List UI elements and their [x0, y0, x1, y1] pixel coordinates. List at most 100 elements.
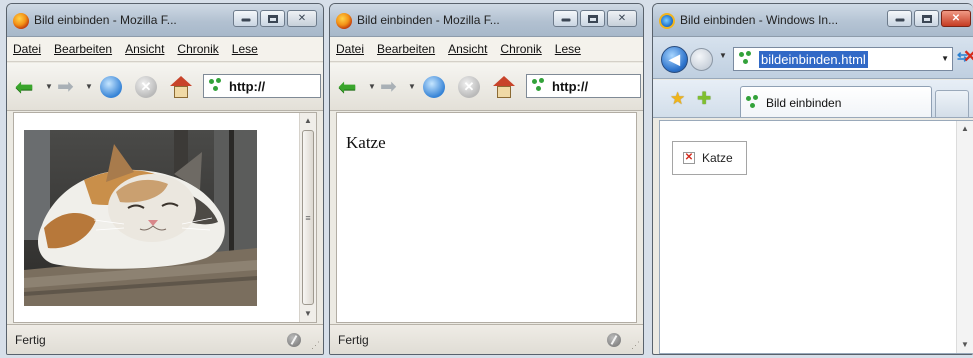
- menu-datei[interactable]: Datei: [336, 42, 364, 56]
- close-icon: ✕: [617, 12, 627, 24]
- scroll-thumb[interactable]: ≡: [302, 130, 314, 305]
- menu-chronik[interactable]: Chronik: [177, 42, 218, 56]
- tab-bild-einbinden[interactable]: Bild einbinden: [740, 86, 932, 117]
- firefox-window-1: Bild einbinden - Mozilla F... ✕ Datei Be…: [6, 3, 324, 355]
- scroll-down-icon[interactable]: ▼: [957, 337, 973, 353]
- back-history-chevron-icon[interactable]: ▼: [45, 76, 53, 98]
- maximize-icon: [587, 14, 598, 23]
- url-text: http://: [229, 78, 266, 94]
- menu-ansicht[interactable]: Ansicht: [448, 42, 487, 56]
- new-tab-button[interactable]: [935, 90, 969, 117]
- scroll-up-icon[interactable]: ▲: [957, 121, 973, 137]
- site-favicon: [746, 94, 762, 111]
- close-icon: ✕: [951, 12, 961, 24]
- status-text: Fertig: [338, 333, 369, 347]
- resize-grip-icon[interactable]: ⋰: [311, 340, 320, 351]
- minimize-button[interactable]: [887, 10, 912, 27]
- navigation-toolbar: ⬅ ▼ ➡ ▼ ✕ http://: [7, 63, 323, 111]
- ie-window: Bild einbinden - Windows In... ✕ ◀ ▼ bil…: [652, 3, 973, 355]
- close-button[interactable]: ✕: [287, 10, 317, 27]
- menu-bearbeiten[interactable]: Bearbeiten: [377, 42, 435, 56]
- window-title: Bild einbinden - Windows In...: [680, 13, 839, 27]
- history-chevron-icon[interactable]: ▼: [719, 51, 727, 60]
- status-text: Fertig: [15, 333, 46, 347]
- security-status-icon[interactable]: [607, 333, 621, 347]
- site-favicon: [209, 78, 225, 94]
- title-bar[interactable]: Bild einbinden - Mozilla F... ✕: [7, 4, 323, 37]
- status-bar: Fertig ⋰: [7, 324, 323, 354]
- firefox-window-2: Bild einbinden - Mozilla F... ✕ Datei Be…: [329, 3, 644, 355]
- cat-photo: [24, 130, 257, 306]
- forward-icon[interactable]: [690, 48, 713, 71]
- address-text: bildeinbinden.html: [759, 50, 868, 68]
- security-status-icon[interactable]: [287, 333, 301, 347]
- maximize-button[interactable]: [260, 10, 285, 27]
- stop-icon[interactable]: ✕: [963, 47, 973, 67]
- address-bar[interactable]: bildeinbinden.html ▼: [733, 47, 953, 71]
- site-favicon: [532, 78, 548, 94]
- site-favicon: [739, 51, 755, 67]
- ie-navigation-bar: ◀ ▼ bildeinbinden.html ▼ ⇆ ✕: [653, 37, 973, 79]
- window-title: Bild einbinden - Mozilla F...: [34, 13, 177, 27]
- minimize-button[interactable]: [233, 10, 258, 27]
- grip-icon: ≡: [305, 212, 311, 223]
- maximize-button[interactable]: [580, 10, 605, 27]
- reload-icon[interactable]: [100, 76, 122, 98]
- minimize-icon: [241, 18, 250, 22]
- image-alt-text: Katze: [346, 133, 386, 152]
- vertical-scrollbar[interactable]: ▲ ≡ ▼: [299, 113, 316, 322]
- stop-icon[interactable]: ✕: [458, 76, 480, 98]
- tab-bar: ★ ✚ Bild einbinden: [653, 80, 973, 118]
- window-title: Bild einbinden - Mozilla F...: [357, 13, 500, 27]
- resize-grip-icon[interactable]: ⋰: [631, 340, 640, 351]
- forward-icon[interactable]: ➡: [57, 76, 79, 98]
- menu-lesezeichen[interactable]: Lese: [555, 42, 581, 56]
- stop-icon[interactable]: ✕: [135, 76, 157, 98]
- menu-bar: Datei Bearbeiten Ansicht Chronik Lese: [330, 37, 643, 62]
- minimize-button[interactable]: [553, 10, 578, 27]
- reload-icon[interactable]: [423, 76, 445, 98]
- home-icon[interactable]: [170, 76, 192, 98]
- address-dropdown-icon[interactable]: ▼: [941, 54, 949, 63]
- firefox-icon: [336, 13, 352, 29]
- home-icon[interactable]: [493, 76, 515, 98]
- forward-icon[interactable]: ➡: [380, 76, 402, 98]
- add-favorite-icon[interactable]: ✚: [697, 89, 711, 109]
- maximize-icon: [267, 14, 278, 23]
- image-alt-text: Katze: [702, 151, 733, 165]
- menu-chronik[interactable]: Chronik: [500, 42, 541, 56]
- title-bar[interactable]: Bild einbinden - Windows In... ✕: [653, 4, 973, 37]
- broken-image-icon: ✕: [683, 152, 695, 164]
- scroll-up-icon[interactable]: ▲: [300, 113, 316, 129]
- scroll-down-icon[interactable]: ▼: [300, 306, 316, 322]
- url-text: http://: [552, 78, 589, 94]
- forward-history-chevron-icon[interactable]: ▼: [85, 76, 93, 98]
- status-bar: Fertig ⋰: [330, 324, 643, 354]
- url-bar[interactable]: http://: [203, 74, 321, 98]
- tab-label: Bild einbinden: [766, 95, 842, 110]
- menu-lesezeichen[interactable]: Lese: [232, 42, 258, 56]
- maximize-button[interactable]: [914, 10, 939, 27]
- forward-history-chevron-icon[interactable]: ▼: [408, 76, 416, 98]
- menu-bar: Datei Bearbeiten Ansicht Chronik Lese: [7, 37, 323, 62]
- ie-icon: [659, 13, 675, 29]
- page-viewport: ✕ Katze ▲ ▼: [659, 120, 973, 354]
- firefox-icon: [13, 13, 29, 29]
- back-icon[interactable]: ◀: [661, 46, 688, 73]
- page-viewport: Katze: [336, 112, 637, 323]
- url-bar[interactable]: http://: [526, 74, 641, 98]
- minimize-icon: [895, 18, 904, 22]
- menu-datei[interactable]: Datei: [13, 42, 41, 56]
- favorites-star-icon[interactable]: ★: [670, 89, 685, 109]
- back-history-chevron-icon[interactable]: ▼: [368, 76, 376, 98]
- title-bar[interactable]: Bild einbinden - Mozilla F... ✕: [330, 4, 643, 37]
- menu-bearbeiten[interactable]: Bearbeiten: [54, 42, 112, 56]
- menu-ansicht[interactable]: Ansicht: [125, 42, 164, 56]
- vertical-scrollbar[interactable]: ▲ ▼: [956, 121, 973, 353]
- back-icon[interactable]: ⬅: [338, 76, 364, 98]
- close-button[interactable]: ✕: [941, 10, 971, 27]
- close-icon: ✕: [297, 12, 307, 24]
- minimize-icon: [561, 18, 570, 22]
- close-button[interactable]: ✕: [607, 10, 637, 27]
- back-icon[interactable]: ⬅: [15, 76, 41, 98]
